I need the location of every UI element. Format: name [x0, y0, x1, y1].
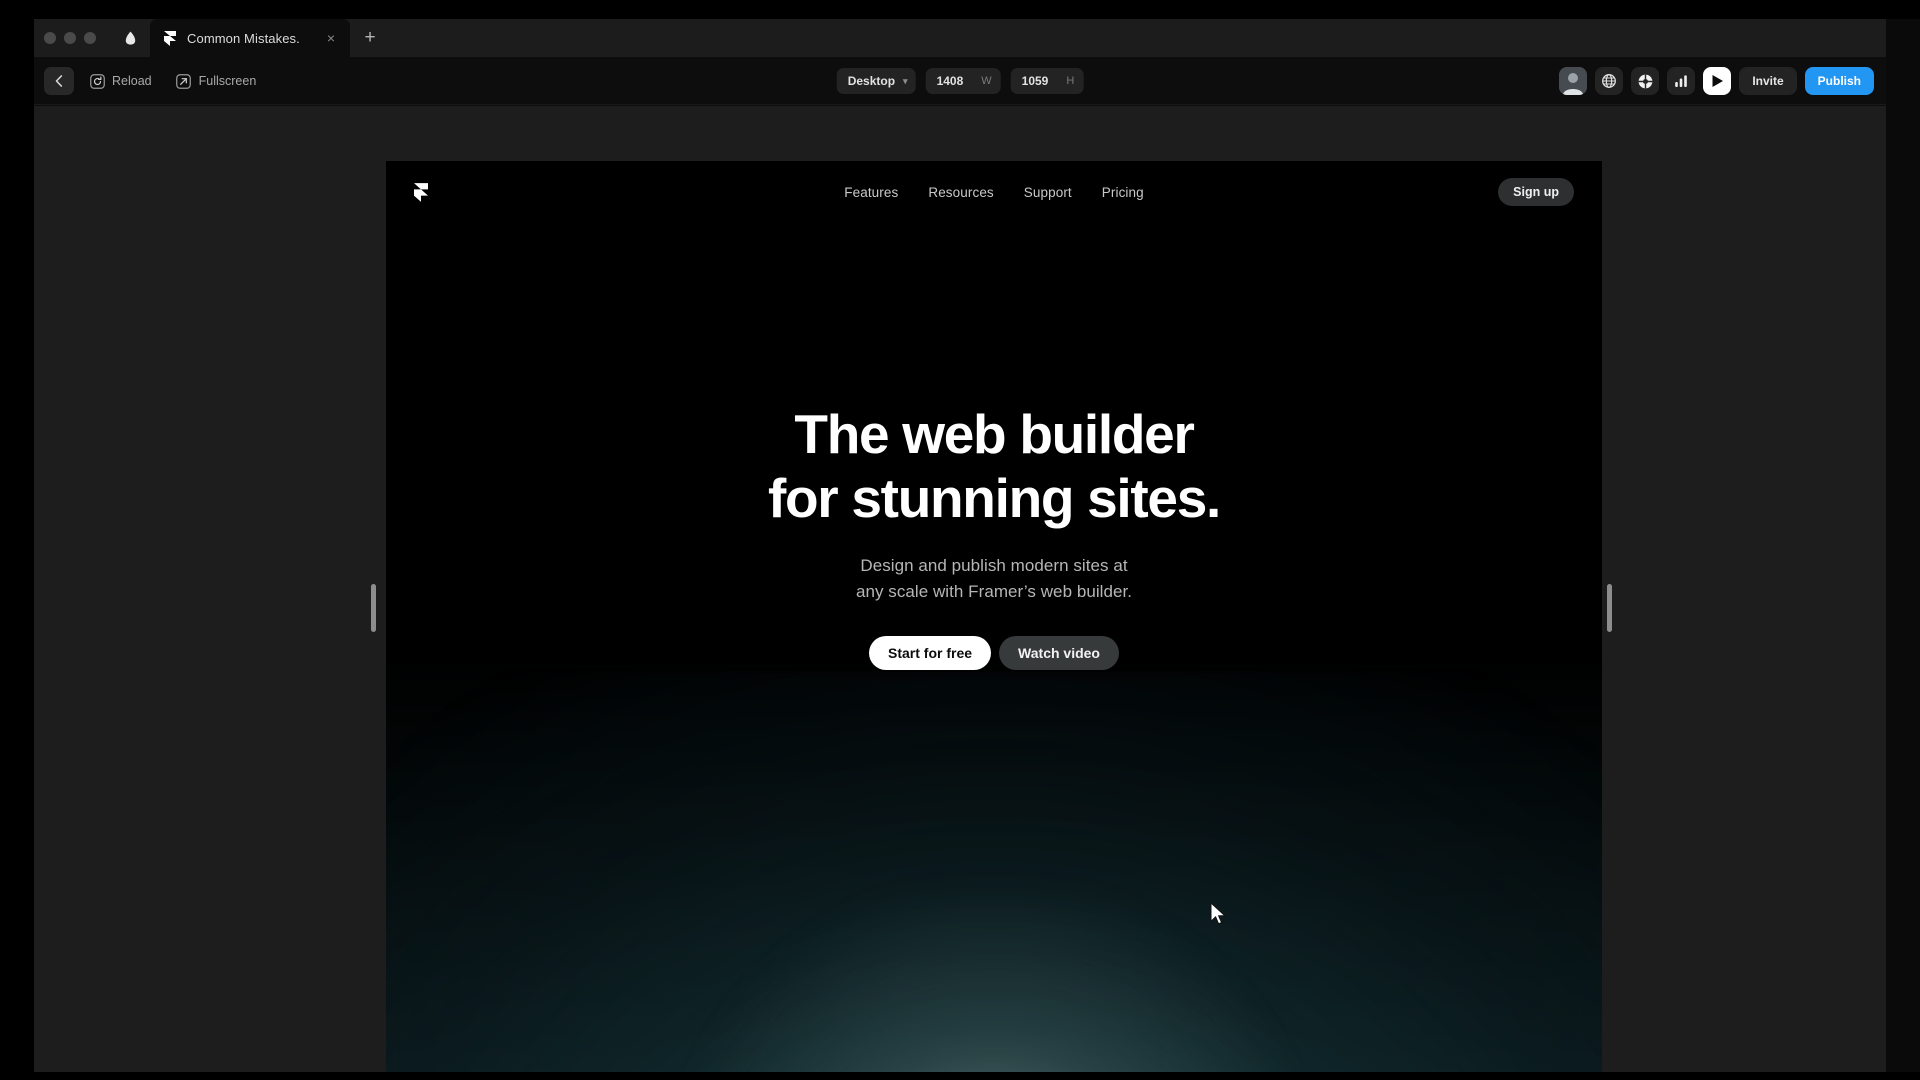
window-edge-bottom — [0, 1072, 1920, 1080]
play-icon[interactable] — [1703, 67, 1732, 95]
reload-button[interactable]: Reload — [80, 67, 161, 95]
close-window-button[interactable] — [44, 32, 56, 44]
signup-button[interactable]: Sign up — [1498, 178, 1574, 206]
toolbar-center-group: Desktop ▾ 1408 W 1059 H — [836, 57, 1084, 105]
reload-label: Reload — [112, 74, 152, 88]
camera-shutter-icon[interactable] — [1631, 67, 1660, 95]
fullscreen-icon — [176, 73, 192, 89]
toolbar-right-group: Invite Publish — [1559, 57, 1874, 105]
tab-title: Common Mistakes. — [187, 30, 300, 46]
site-navbar: Features Resources Support Pricing Sign … — [386, 161, 1602, 223]
device-preset-select[interactable]: Desktop ▾ — [836, 68, 916, 94]
site-preview-frame: Features Resources Support Pricing Sign … — [386, 161, 1602, 1072]
canvas-width-input[interactable]: 1408 W — [925, 68, 1001, 94]
avatar-icon[interactable] — [1559, 67, 1588, 95]
invite-button[interactable]: Invite — [1739, 67, 1797, 95]
bar-chart-icon[interactable] — [1667, 67, 1696, 95]
window-edge-top — [0, 0, 1920, 19]
browser-window: Common Mistakes. × + Reload Fullscreen D… — [0, 0, 1920, 1080]
nav-link-resources[interactable]: Resources — [928, 185, 993, 200]
window-edge-left — [0, 0, 34, 1080]
fullscreen-label: Fullscreen — [198, 74, 257, 88]
nav-link-pricing[interactable]: Pricing — [1102, 185, 1144, 200]
hero-headline: The web builder for stunning sites. — [768, 403, 1221, 531]
canvas-width-value: 1408 — [936, 74, 964, 88]
canvas-height-unit: H — [1066, 75, 1075, 87]
framer-logo-icon — [164, 30, 178, 46]
hero-subtext-line1: Design and publish modern sites at — [860, 555, 1128, 575]
browser-tab[interactable]: Common Mistakes. × — [150, 19, 350, 57]
tab-bar: Common Mistakes. × + — [34, 19, 1886, 57]
framer-logo-icon[interactable] — [414, 182, 430, 202]
new-tab-button[interactable]: + — [350, 19, 390, 57]
globe-icon[interactable] — [1595, 67, 1624, 95]
resize-handle-right[interactable] — [1607, 584, 1612, 632]
canvas-height-value: 1059 — [1021, 74, 1049, 88]
canvas-width-unit: W — [981, 75, 992, 87]
start-for-free-button[interactable]: Start for free — [869, 635, 992, 670]
back-button[interactable] — [44, 67, 74, 95]
watch-video-button[interactable]: Watch video — [999, 635, 1119, 670]
close-icon[interactable]: × — [322, 29, 340, 47]
device-preset-value: Desktop — [847, 74, 896, 88]
resize-handle-left[interactable] — [371, 584, 376, 632]
editor-toolbar: Reload Fullscreen Desktop ▾ 1408 W 1059 … — [34, 57, 1886, 105]
nav-link-support[interactable]: Support — [1024, 185, 1072, 200]
preview-canvas: Features Resources Support Pricing Sign … — [34, 106, 1886, 1072]
window-edge-right — [1886, 0, 1920, 1080]
hero-subtext: Design and publish modern sites at any s… — [856, 553, 1132, 606]
toolbar-left-group: Reload Fullscreen — [44, 57, 265, 105]
hero-cta-group: Start for free Watch video — [869, 635, 1119, 670]
hero-headline-line1: The web builder — [794, 403, 1194, 466]
hero-headline-line2: for stunning sites. — [768, 467, 1221, 530]
canvas-height-input[interactable]: 1059 H — [1010, 68, 1084, 94]
hero-section: The web builder for stunning sites. Desi… — [386, 161, 1602, 1072]
site-nav-links: Features Resources Support Pricing — [844, 185, 1143, 200]
reload-icon — [89, 73, 105, 89]
maximize-window-button[interactable] — [84, 32, 96, 44]
chevron-down-icon: ▾ — [903, 75, 908, 86]
nav-link-features[interactable]: Features — [844, 185, 898, 200]
window-traffic-lights — [34, 19, 110, 57]
publish-button[interactable]: Publish — [1804, 67, 1874, 95]
fullscreen-button[interactable]: Fullscreen — [167, 67, 266, 95]
minimize-window-button[interactable] — [64, 32, 76, 44]
home-icon[interactable] — [110, 19, 150, 57]
hero-subtext-line2: any scale with Framer’s web builder. — [855, 582, 1133, 602]
